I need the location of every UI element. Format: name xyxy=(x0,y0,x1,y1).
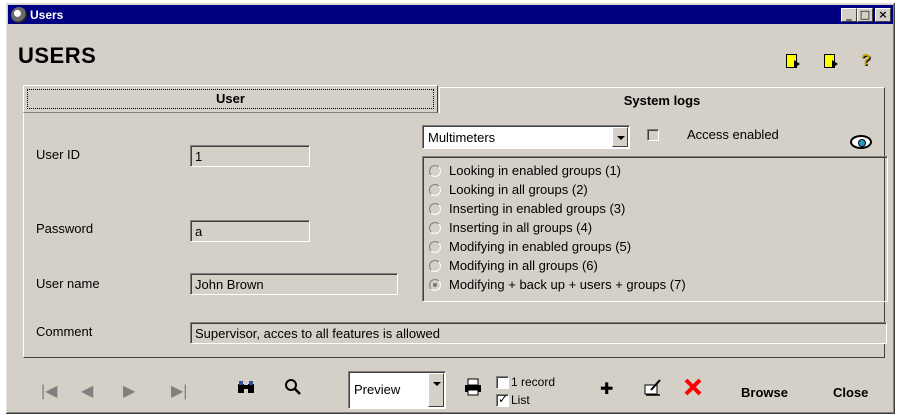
group-select-value: Multimeters xyxy=(428,130,496,145)
user-name-field[interactable]: John Brown xyxy=(190,273,398,295)
header-icons: ? xyxy=(785,53,877,69)
delete-icon[interactable] xyxy=(683,377,703,397)
user-panel: User ID 1 Password a User name John Brow… xyxy=(23,113,888,358)
binoculars-icon[interactable] xyxy=(237,380,257,400)
access-enabled-checkbox[interactable] xyxy=(647,129,659,141)
group-select[interactable]: Multimeters xyxy=(422,125,630,149)
permission-option-1[interactable]: Looking in enabled groups (1) xyxy=(429,163,621,178)
first-record-icon[interactable]: |◀ xyxy=(41,381,57,401)
printer-icon[interactable] xyxy=(463,377,483,397)
user-id-label: User ID xyxy=(36,147,81,162)
previous-record-icon[interactable]: ◀ xyxy=(81,381,93,401)
permission-option-5[interactable]: Modifying in enabled groups (5) xyxy=(429,239,631,254)
permission-label: Inserting in all groups (4) xyxy=(449,220,593,235)
permission-option-3[interactable]: Inserting in enabled groups (3) xyxy=(429,201,625,216)
export-icon[interactable] xyxy=(785,53,801,69)
permission-option-6[interactable]: Modifying in all groups (6) xyxy=(429,258,598,273)
radio-button[interactable] xyxy=(429,259,441,272)
bottom-toolbar: |◀ ◀ ▶ ▶| Preview 1 record List ✚ xyxy=(23,363,885,411)
minimize-button[interactable]: _ xyxy=(841,7,857,22)
radio-button-selected[interactable] xyxy=(429,278,441,291)
clock-icon xyxy=(11,6,27,23)
one-record-option[interactable]: 1 record xyxy=(496,375,555,389)
chevron-down-icon[interactable] xyxy=(612,127,628,147)
browse-button[interactable]: Browse xyxy=(741,385,788,400)
permission-option-2[interactable]: Looking in all groups (2) xyxy=(429,182,588,197)
eye-icon[interactable] xyxy=(850,135,872,149)
list-label: List xyxy=(511,393,530,407)
radio-button[interactable] xyxy=(429,221,441,234)
one-record-label: 1 record xyxy=(511,375,556,389)
view-select-value: Preview xyxy=(354,382,401,397)
import-icon[interactable] xyxy=(823,53,839,69)
close-button[interactable]: Close xyxy=(833,385,868,400)
permission-option-4[interactable]: Inserting in all groups (4) xyxy=(429,220,592,235)
permission-label: Modifying in enabled groups (5) xyxy=(449,239,632,254)
list-option[interactable]: List xyxy=(496,392,530,407)
password-field[interactable]: a xyxy=(190,220,310,242)
radio-button[interactable] xyxy=(429,240,441,253)
permission-label: Modifying + back up + users + groups (7) xyxy=(449,277,686,292)
permissions-radio-group: Looking in enabled groups (1) Looking in… xyxy=(422,156,888,302)
title-bar[interactable]: Users _ □ × xyxy=(8,5,893,24)
user-name-label: User name xyxy=(36,276,100,291)
view-select[interactable]: Preview xyxy=(348,371,446,409)
add-icon[interactable]: ✚ xyxy=(600,379,620,399)
radio-button[interactable] xyxy=(429,183,441,196)
permission-label: Inserting in enabled groups (3) xyxy=(449,201,626,216)
radio-button[interactable] xyxy=(429,202,441,215)
permission-label: Looking in enabled groups (1) xyxy=(449,163,622,178)
close-window-button[interactable]: × xyxy=(875,7,891,22)
list-checkbox[interactable] xyxy=(496,392,509,407)
tab-user[interactable]: User xyxy=(23,85,438,113)
access-enabled-label: Access enabled xyxy=(687,127,779,142)
comment-label: Comment xyxy=(36,324,93,339)
maximize-button[interactable]: □ xyxy=(857,7,873,22)
window-controls: _ □ × xyxy=(841,7,891,22)
search-icon[interactable] xyxy=(283,377,303,397)
radio-button[interactable] xyxy=(429,164,441,177)
help-icon[interactable]: ? xyxy=(861,53,877,69)
permission-label: Modifying in all groups (6) xyxy=(449,258,598,273)
next-record-icon[interactable]: ▶ xyxy=(123,381,135,401)
tab-system-logs-label: System logs xyxy=(623,93,701,108)
password-label: Password xyxy=(36,221,94,236)
tab-system-logs[interactable]: System logs xyxy=(439,87,885,113)
one-record-checkbox[interactable] xyxy=(496,375,509,389)
permission-option-7[interactable]: Modifying + back up + users + groups (7) xyxy=(429,277,686,292)
comment-field[interactable]: Supervisor, acces to all features is all… xyxy=(190,322,887,344)
chevron-down-icon[interactable] xyxy=(428,373,444,407)
users-window: Users _ □ × USERS ? User System logs Use… xyxy=(5,2,896,415)
page-title: USERS xyxy=(18,43,97,68)
tab-user-label: User xyxy=(216,91,245,106)
last-record-icon[interactable]: ▶| xyxy=(171,381,187,401)
permission-label: Looking in all groups (2) xyxy=(449,182,588,197)
edit-icon[interactable] xyxy=(643,377,663,397)
window-title: Users xyxy=(30,7,64,22)
user-id-field[interactable]: 1 xyxy=(190,145,310,167)
tab-bar: User System logs xyxy=(23,85,885,113)
